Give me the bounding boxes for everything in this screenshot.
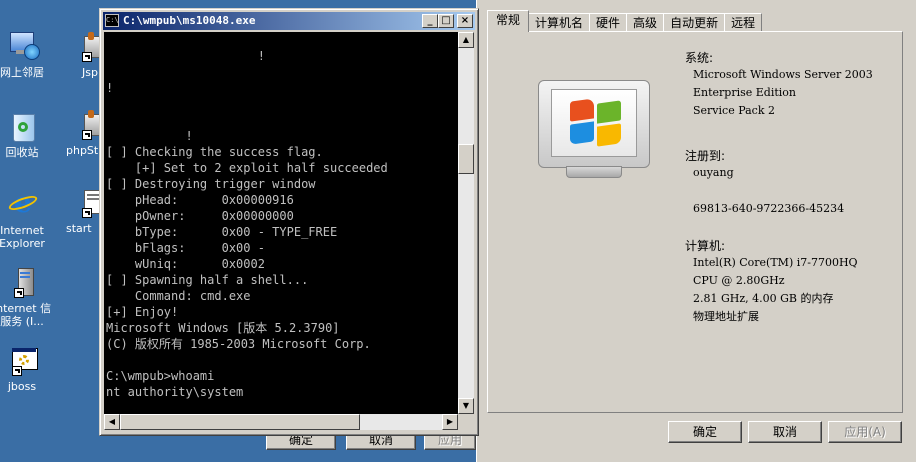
horizontal-scrollbar[interactable]: ◀ ▶ <box>104 414 458 430</box>
vertical-scroll-thumb[interactable] <box>458 144 474 174</box>
console-line: [ ] Checking the success flag. <box>106 145 323 159</box>
console-line: [+] Enjoy! <box>106 305 179 319</box>
tab-strip: 常规 计算机名 硬件 高级 自动更新 远程 <box>487 10 763 32</box>
console-line: Command: cmd.exe <box>106 289 251 303</box>
product-id: 69813-640-9722366-45234 <box>693 202 845 215</box>
tab-general[interactable]: 常规 <box>487 10 530 32</box>
close-button[interactable]: × <box>457 14 473 28</box>
tab-computer-name[interactable]: 计算机名 <box>528 13 591 32</box>
console-line: bFlags: 0x00 - <box>106 241 265 255</box>
console-line: Microsoft Windows [版本 5.2.3790] <box>106 321 340 335</box>
console-line: bType: 0x00 - TYPE_FREE <box>106 225 338 239</box>
scroll-down-arrow-icon[interactable]: ▼ <box>458 398 474 414</box>
recycle-bin-icon <box>6 110 38 142</box>
iis-server-icon <box>6 266 38 298</box>
tab-hardware[interactable]: 硬件 <box>589 13 628 32</box>
desktop-icon-iis[interactable]: Internet 信 服务 (I... <box>0 266 56 328</box>
registered-user: ouyang <box>693 166 734 179</box>
desktop-icon-recycle-bin[interactable]: 回收站 <box>0 110 56 159</box>
console-line: pHead: 0x00000916 <box>106 193 294 207</box>
scrollbar-corner <box>458 414 474 430</box>
console-line: C:\wmpub>whoami <box>106 369 215 383</box>
console-line: pOwner: 0x00000000 <box>106 209 294 223</box>
console-line: ! <box>106 129 193 143</box>
shortcut-arrow-icon <box>82 130 92 140</box>
apply-button[interactable]: 应用(A) <box>828 421 902 443</box>
cpu-model: Intel(R) Core(TM) i7-7700HQ <box>693 256 858 269</box>
tab-advanced[interactable]: 高级 <box>626 13 665 32</box>
registered-heading: 注册到: <box>685 149 726 163</box>
os-edition: Enterprise Edition <box>693 86 797 99</box>
horizontal-scroll-thumb[interactable] <box>120 414 360 430</box>
general-tab-panel: 系统: Microsoft Windows Server 2003 Enterp… <box>487 31 903 413</box>
windows-logo-monitor-icon <box>538 80 658 180</box>
shortcut-arrow-icon <box>14 288 24 298</box>
scroll-right-arrow-icon[interactable]: ▶ <box>442 414 458 430</box>
windows-flag-icon <box>570 98 624 148</box>
scroll-left-arrow-icon[interactable]: ◀ <box>104 414 120 430</box>
cpu-memory: 2.81 GHz, 4.00 GB 的内存 <box>693 292 834 305</box>
console-line: ! <box>106 81 114 95</box>
shortcut-arrow-icon <box>82 52 92 62</box>
minimize-button[interactable]: _ <box>422 14 438 28</box>
network-places-icon <box>6 30 40 62</box>
console-title-bar[interactable]: C:\ C:\wmpub\ms10048.exe _ □ × <box>103 12 475 30</box>
computer-heading: 计算机: <box>685 239 726 253</box>
desktop-icon-network-places[interactable]: 网上邻居 <box>0 30 56 79</box>
tab-automatic-updates[interactable]: 自动更新 <box>663 13 726 32</box>
shortcut-arrow-icon <box>12 366 22 376</box>
console-line: ! <box>106 49 265 63</box>
console-title: C:\wmpub\ms10048.exe <box>123 14 256 27</box>
jboss-batch-icon <box>6 344 38 376</box>
vertical-scrollbar[interactable]: ▲ ▼ <box>458 32 474 414</box>
console-line: [ ] Destroying trigger window <box>106 177 316 191</box>
console-output[interactable]: ! ! ! [ ] Checking the success flag. [+]… <box>104 32 458 414</box>
console-line: wUniq: 0x0002 <box>106 257 265 271</box>
desktop-icon-internet-explorer[interactable]: e Internet Explorer <box>0 188 56 251</box>
pae-status: 物理地址扩展 <box>693 310 759 323</box>
maximize-button[interactable]: □ <box>438 14 454 28</box>
tab-remote[interactable]: 远程 <box>724 13 763 32</box>
console-line: nt authority\system <box>106 385 244 399</box>
service-pack: Service Pack 2 <box>693 104 775 117</box>
os-name: Microsoft Windows Server 2003 <box>693 68 873 81</box>
ok-button[interactable]: 确定 <box>668 421 742 443</box>
system-heading: 系统: <box>685 51 714 65</box>
cpu-speed: CPU @ 2.80GHz <box>693 274 785 287</box>
scroll-up-arrow-icon[interactable]: ▲ <box>458 32 474 48</box>
console-window: C:\ C:\wmpub\ms10048.exe _ □ × ! ! ! [ ]… <box>99 8 479 436</box>
shortcut-arrow-icon <box>82 208 92 218</box>
console-line: [ ] Spawning half a shell... <box>106 273 309 287</box>
console-line: (C) 版权所有 1985-2003 Microsoft Corp. <box>106 337 371 351</box>
console-line: [+] Set to 2 exploit half succeeded <box>106 161 388 175</box>
system-properties-dialog: 常规 计算机名 硬件 高级 自动更新 远程 系统: Microsoft Wind… <box>476 0 916 462</box>
cancel-button[interactable]: 取消 <box>748 421 822 443</box>
desktop-icon-jboss[interactable]: jboss <box>0 344 56 393</box>
internet-explorer-icon: e <box>6 188 39 220</box>
cmd-icon[interactable]: C:\ <box>105 14 119 27</box>
